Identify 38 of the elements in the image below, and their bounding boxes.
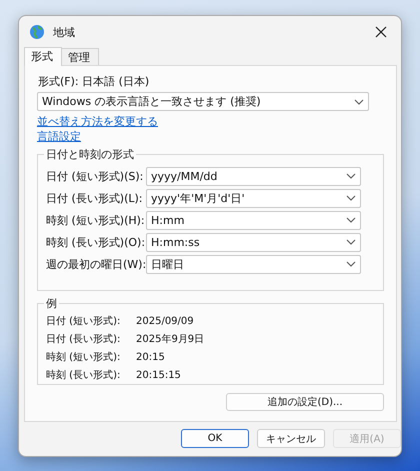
- group-title: 例: [45, 296, 58, 311]
- globe-icon: [29, 24, 45, 40]
- example-label: 時刻 (短い形式):: [46, 350, 122, 364]
- field-label: 時刻 (短い形式)(H):: [46, 212, 146, 228]
- close-icon[interactable]: [375, 26, 387, 38]
- example-label: 時刻 (長い形式):: [46, 368, 122, 382]
- link[interactable]: 言語設定: [37, 129, 81, 144]
- example-label: 日付 (長い形式):: [46, 332, 122, 346]
- chevron-icon: [346, 239, 356, 245]
- example-value: 2025年9月9日: [136, 333, 204, 346]
- format-label: 形式(F): 日本語 (日本): [38, 74, 150, 90]
- dropdown[interactable]: yyyy/MM/dd: [146, 166, 361, 186]
- field-label: 日付 (短い形式)(S):: [46, 168, 144, 184]
- example-value: 20:15:15: [136, 370, 181, 380]
- field-label: 日付 (長い形式)(L):: [46, 190, 144, 206]
- field-label: 時刻 (長い形式)(O):: [46, 234, 146, 250]
- dropdown[interactable]: 日曜日: [146, 254, 361, 274]
- chevron-icon: [346, 217, 356, 223]
- dialog-button[interactable]: OK: [181, 429, 249, 448]
- dropdown[interactable]: H:mm:ss: [146, 232, 361, 252]
- window-title: 地域: [53, 24, 76, 40]
- link[interactable]: 並べ替え方法を変更する: [37, 114, 158, 129]
- chevron-icon: [354, 98, 364, 104]
- dialog-button[interactable]: キャンセル: [257, 429, 325, 448]
- example-value: 20:15: [136, 352, 165, 362]
- dropdown[interactable]: yyyy'年'M'月'd'日': [146, 188, 361, 208]
- chevron-icon: [346, 261, 356, 267]
- example-label: 日付 (短い形式):: [46, 314, 122, 328]
- tab[interactable]: 管理: [62, 48, 99, 65]
- dropdown[interactable]: Windows の表示言語と一致させます (推奨): [37, 92, 369, 111]
- example-value: 2025/09/09: [136, 316, 194, 326]
- additional-settings-button[interactable]: 追加の設定(D)...: [226, 393, 384, 411]
- chevron-icon: [346, 173, 356, 179]
- field-label: 週の最初の曜日(W):: [46, 256, 146, 272]
- tab[interactable]: 形式: [24, 47, 62, 66]
- dropdown[interactable]: H:mm: [146, 210, 361, 230]
- group-title: 日付と時刻の形式: [45, 147, 135, 162]
- chevron-icon: [346, 195, 356, 201]
